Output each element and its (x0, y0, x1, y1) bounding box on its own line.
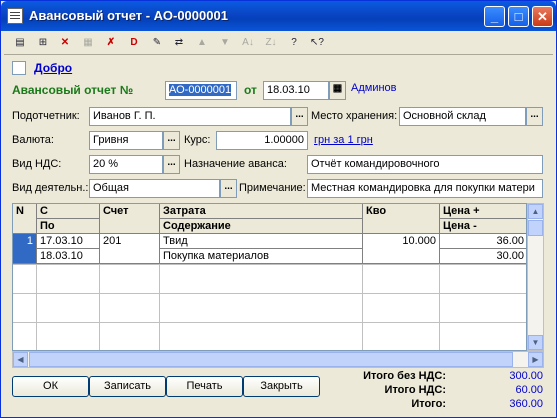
close-window-button[interactable]: ✕ (532, 6, 553, 27)
toolbar: ▤ ⊞ ✕ ▦ ✗ D ✎ ⇄ ▲ ▼ A↓ Z↓ ? ↖? (4, 31, 553, 55)
nds-select-button[interactable]: ... (163, 155, 180, 174)
nds-field[interactable]: 20 % (89, 155, 163, 174)
window-title: Авансовый отчет - АО-0000001 (29, 8, 228, 23)
minimize-button[interactable]: _ (484, 6, 505, 27)
col-header-cena-plus[interactable]: Цена + (440, 204, 526, 219)
total-label: Итого: (411, 398, 446, 410)
edit-icon[interactable]: ✎ (149, 35, 165, 51)
cell-cena-plus[interactable]: 36.00 (440, 234, 526, 249)
copy-icon[interactable]: ⊞ (35, 35, 51, 51)
up-arrow-icon: ▲ (197, 37, 207, 48)
col-header-n[interactable]: N (13, 204, 37, 234)
cell-kvo[interactable]: 10.000 (363, 234, 440, 264)
podotchetnik-label: Подотчетник: (12, 110, 80, 122)
close-button[interactable]: Закрыть (243, 376, 320, 397)
table-horizontal-scrollbar[interactable]: ◀ ▶ (12, 351, 544, 368)
row-number[interactable]: 1 (13, 234, 37, 264)
move-icon[interactable]: ⇄ (171, 35, 187, 51)
podotchetnik-field[interactable]: Иванов Г. П. (89, 107, 291, 126)
col-header-schet[interactable]: Счет (100, 204, 160, 234)
scroll-h-thumb[interactable] (29, 352, 513, 367)
total-bez-nds-label: Итого без НДС: (363, 370, 446, 382)
down-arrow-icon: ▼ (220, 37, 230, 48)
scroll-up-icon[interactable]: ▲ (528, 204, 543, 219)
vid-label: Вид деятельн.: (12, 182, 89, 194)
cell-po[interactable]: 18.03.10 (37, 249, 100, 264)
calendar-button[interactable]: ▦ (329, 81, 346, 100)
save-button[interactable]: Записать (89, 376, 166, 397)
scroll-right-icon[interactable]: ▶ (528, 352, 543, 367)
kurs-field[interactable]: 1.00000 (216, 131, 308, 150)
cell-schet[interactable]: 201 (100, 234, 160, 264)
doc-title-label: Авансовый отчет № (12, 83, 134, 97)
total-nds-label: Итого НДС: (384, 384, 446, 396)
cell-cena-minus[interactable]: 30.00 (440, 249, 526, 264)
kurs-label: Курс: (184, 134, 211, 146)
date-label: от (244, 83, 257, 97)
col-header-cena-minus[interactable]: Цена - (440, 219, 526, 234)
valuta-select-button[interactable]: ... (163, 131, 180, 150)
new-icon[interactable]: ▤ (12, 35, 28, 51)
vid-field[interactable]: Общая (89, 179, 220, 198)
col-header-soderzhanie[interactable]: Содержание (160, 219, 363, 234)
doc-number-field[interactable]: АО-0000001 (165, 81, 237, 100)
mesto-label: Место хранения: (311, 110, 398, 122)
naznachenie-label: Назначение аванса: (184, 158, 287, 170)
delete-mark-icon[interactable]: ✗ (103, 35, 119, 51)
total-bez-nds-value: 300.00 (509, 370, 543, 382)
ok-button[interactable]: ОК (12, 376, 89, 397)
primechanie-label: Примечание: (239, 182, 306, 194)
doc-number-value: АО-0000001 (169, 84, 232, 96)
naznachenie-field[interactable]: Отчёт командировочного (307, 155, 543, 174)
total-nds-value: 60.00 (515, 384, 543, 396)
delete-icon[interactable]: ✕ (57, 35, 73, 51)
kurs-link[interactable]: грн за 1 грн (314, 134, 373, 146)
cell-soderzhanie[interactable]: Покупка материалов (160, 249, 363, 264)
title-bar[interactable]: Авансовый отчет - АО-0000001 _ □ ✕ (1, 1, 556, 31)
col-header-c[interactable]: С (37, 204, 100, 219)
date-field[interactable]: 18.03.10 (263, 81, 329, 100)
empty-rows (13, 264, 526, 350)
sort-asc-icon: A↓ (242, 37, 254, 48)
col-header-po[interactable]: По (37, 219, 100, 234)
col-header-kvo[interactable]: Кво (363, 204, 440, 234)
user-link[interactable]: Админов (351, 82, 397, 94)
scroll-down-icon[interactable]: ▼ (528, 335, 543, 350)
total-value: 360.00 (509, 398, 543, 410)
document-icon (7, 8, 23, 24)
cell-c[interactable]: 17.03.10 (37, 234, 100, 249)
delete-red-icon[interactable]: D (126, 35, 142, 51)
scroll-thumb[interactable] (528, 220, 543, 236)
dobro-checkbox[interactable] (12, 61, 26, 75)
app-window: Авансовый отчет - АО-0000001 _ □ ✕ ▤ ⊞ ✕… (0, 0, 557, 418)
group-icon: ▦ (83, 37, 93, 48)
vid-select-button[interactable]: ... (220, 179, 237, 198)
dobro-link[interactable]: Добро (34, 61, 72, 75)
scroll-left-icon[interactable]: ◀ (13, 352, 28, 367)
help-icon[interactable]: ? (286, 35, 302, 51)
cell-zatrata[interactable]: Твид (160, 234, 363, 249)
maximize-button[interactable]: □ (508, 6, 529, 27)
form-body: ▤ ⊞ ✕ ▦ ✗ D ✎ ⇄ ▲ ▼ A↓ Z↓ ? ↖? Добро Ава… (4, 31, 553, 415)
print-button[interactable]: Печать (166, 376, 243, 397)
valuta-field[interactable]: Гривня (89, 131, 163, 150)
expense-table[interactable]: N С По Счет Затрата Содержание Кво Цена … (12, 203, 527, 351)
sort-desc-icon: Z↓ (265, 37, 277, 48)
mesto-select-button[interactable]: ... (526, 107, 543, 126)
nds-label: Вид НДС: (12, 158, 62, 170)
valuta-label: Валюта: (12, 134, 54, 146)
mesto-field[interactable]: Основной склад (399, 107, 526, 126)
table-vertical-scrollbar[interactable]: ▲ ▼ (527, 203, 544, 351)
podotchetnik-select-button[interactable]: ... (291, 107, 308, 126)
primechanie-field[interactable]: Местная командировка для покупки матери (307, 179, 543, 198)
col-header-zatrata[interactable]: Затрата (160, 204, 363, 219)
whats-this-icon[interactable]: ↖? (309, 35, 325, 51)
